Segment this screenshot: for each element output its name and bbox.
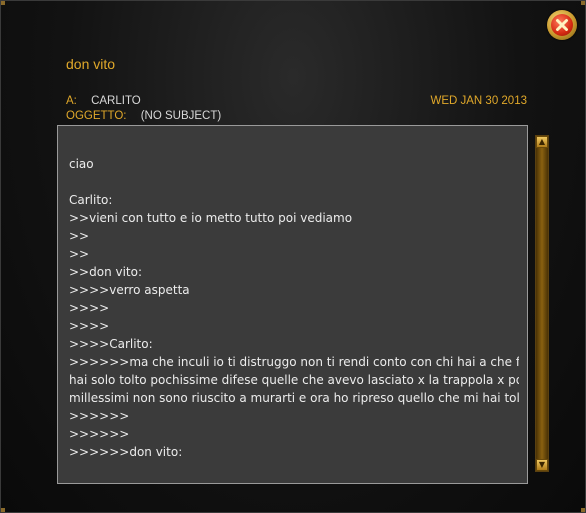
message-line: >>>>	[69, 301, 110, 315]
message-line: Carlito:	[69, 193, 113, 207]
message-line: >>vieni con tutto e io metto tutto poi v…	[69, 211, 353, 225]
frame-corner	[1, 508, 5, 512]
message-line: ciao	[69, 157, 94, 171]
message-line: >>>>>>	[69, 409, 130, 423]
message-line: hai solo tolto pochissime difese quelle …	[69, 373, 519, 387]
message-line: >>>>verro aspetta	[69, 283, 190, 297]
to-value: CARLITO	[91, 95, 141, 107]
message-line: >>>>>>don vito:	[69, 445, 183, 459]
subject-label: OGGETTO:	[66, 110, 127, 122]
message-line: >>>>>>ma che inculi io ti distruggo non …	[69, 355, 519, 369]
sender-name: don vito	[66, 56, 116, 72]
frame-corner	[581, 1, 585, 5]
message-line: >>	[69, 247, 90, 261]
scroll-up-arrow-icon[interactable]: ▲	[536, 136, 548, 148]
scrollbar[interactable]: ▲ ▼	[535, 135, 549, 472]
scroll-down-arrow-icon[interactable]: ▼	[536, 459, 548, 471]
subject-value: (NO SUBJECT)	[140, 110, 222, 122]
message-line: >>	[69, 229, 90, 243]
frame-corner	[1, 1, 5, 5]
message-body[interactable]: ciao Carlito: >>vieni con tutto e io metto…	[57, 125, 528, 484]
close-icon	[551, 14, 573, 36]
to-label: A:	[66, 95, 77, 107]
message-line: >>>>>>	[69, 427, 130, 441]
message-line: >>>>Carlito:	[69, 337, 153, 351]
message-text: ciao Carlito: >>vieni con tutto e io metto…	[69, 155, 519, 461]
recipient-row: A: CARLITO	[66, 95, 141, 107]
message-line: millessimi non sono riuscito a murarti e…	[69, 391, 519, 405]
close-button[interactable]	[547, 10, 577, 40]
subject-row: OGGETTO: (NO SUBJECT)	[66, 110, 221, 122]
frame-corner	[581, 508, 585, 512]
message-line: >>>>	[69, 319, 110, 333]
message-line: >>don vito:	[69, 265, 143, 279]
message-date: WED JAN 30 2013	[430, 95, 527, 107]
message-line	[69, 173, 519, 191]
